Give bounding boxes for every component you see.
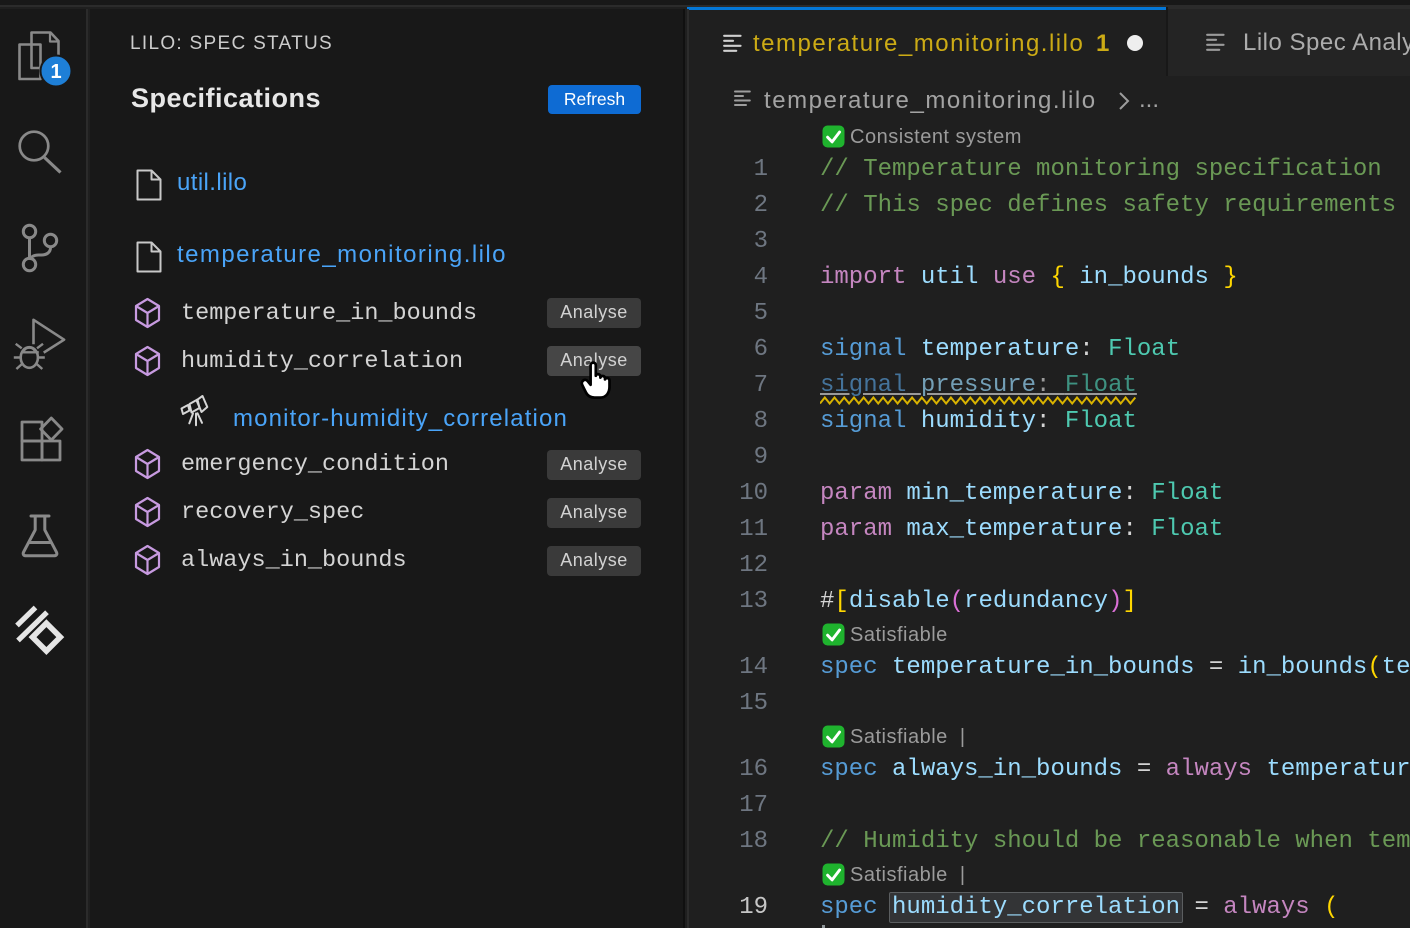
svg-text:1: 1 — [50, 61, 61, 83]
